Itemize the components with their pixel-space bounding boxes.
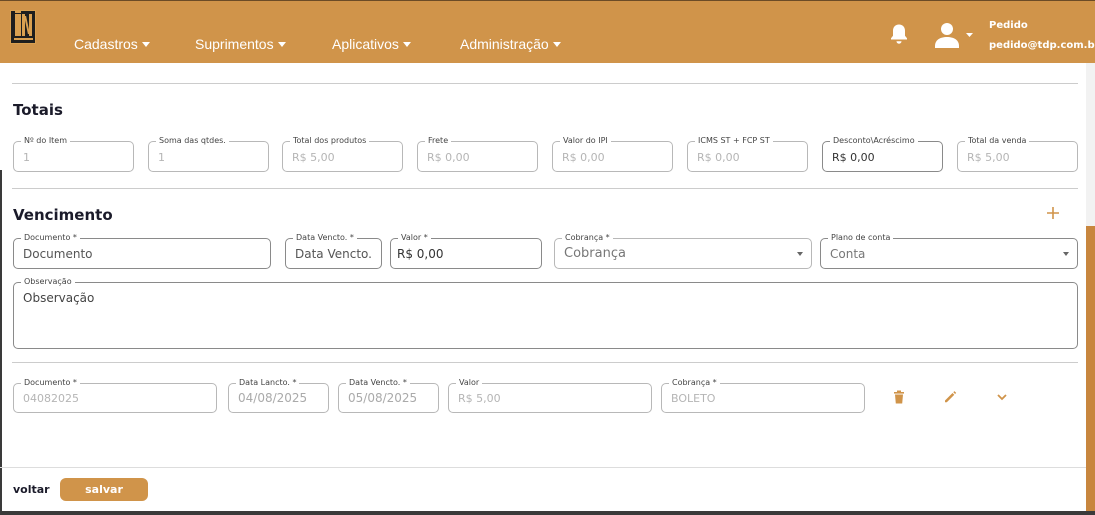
menu-administracao[interactable]: Administração (460, 36, 561, 52)
user-name: Pedido (989, 20, 1028, 31)
valor-input[interactable]: Valor * R$ 0,00 (390, 233, 542, 269)
footer-divider (0, 467, 1086, 468)
plano-conta-select[interactable]: Plano de conta Conta (820, 233, 1078, 269)
caret-down-icon (277, 41, 286, 47)
vencimento-title: Vencimento (13, 206, 113, 224)
divider (12, 188, 1078, 189)
divider (12, 83, 1078, 84)
field-valor-ipi: Valor do IPI R$ 0,00 (552, 136, 673, 172)
field-frete: Frete R$ 0,00 (417, 136, 538, 172)
side-scroll-edge (1086, 63, 1095, 515)
trash-icon[interactable] (893, 390, 905, 404)
back-link[interactable]: voltar (13, 483, 50, 496)
window-edge (0, 170, 2, 515)
divider (12, 362, 1078, 363)
totais-title: Totais (13, 101, 63, 119)
cobranca-select[interactable]: Cobrança * Cobrança (554, 233, 812, 269)
app-logo[interactable] (10, 10, 36, 44)
menu-aplicativos[interactable]: Aplicativos (332, 36, 411, 52)
field-desconto-acrescimo[interactable]: Desconto\Acréscimo R$ 0,00 (822, 136, 943, 172)
field-numero-item: Nº do Item 1 (13, 136, 134, 172)
observacao-textarea[interactable]: Observação Observação (13, 277, 1078, 349)
row-documento: Documento * 04082025 (13, 378, 217, 413)
window-edge-bottom (0, 511, 1095, 515)
row-data-lancto: Data Lancto. * 04/08/2025 (228, 378, 329, 413)
field-icms-st: ICMS ST + FCP ST R$ 0,00 (687, 136, 808, 172)
pencil-icon[interactable] (943, 390, 957, 404)
field-soma-qtdes: Soma das qtdes. 1 (148, 136, 269, 172)
user-email: pedido@tdp.com.br (989, 40, 1095, 51)
chevron-down-icon[interactable] (996, 392, 1008, 402)
documento-input[interactable]: Documento * Documento (13, 233, 271, 269)
user-avatar-icon[interactable] (935, 22, 975, 48)
row-cobranca: Cobrança * BOLETO (661, 378, 865, 413)
row-data-vencto: Data Vencto. * 05/08/2025 (338, 378, 439, 413)
menu-suprimentos[interactable]: Suprimentos (195, 36, 286, 52)
save-button[interactable]: salvar (60, 478, 148, 501)
caret-down-icon (552, 41, 561, 47)
top-navbar: Cadastros Suprimentos Aplicativos Admini… (0, 0, 1095, 63)
dropdown-arrow-icon (1063, 252, 1069, 256)
caret-down-icon (141, 41, 150, 47)
menu-cadastros[interactable]: Cadastros (74, 36, 150, 52)
row-valor: Valor R$ 5,00 (448, 378, 652, 413)
caret-down-icon (402, 41, 411, 47)
bell-icon[interactable] (889, 23, 909, 45)
dropdown-arrow-icon (797, 252, 803, 256)
field-total-produtos: Total dos produtos R$ 5,00 (282, 136, 403, 172)
plus-icon[interactable] (1046, 206, 1060, 220)
field-total-venda: Total da venda R$ 5,00 (957, 136, 1078, 172)
data-vencto-input[interactable]: Data Vencto. * Data Vencto. (285, 233, 382, 269)
